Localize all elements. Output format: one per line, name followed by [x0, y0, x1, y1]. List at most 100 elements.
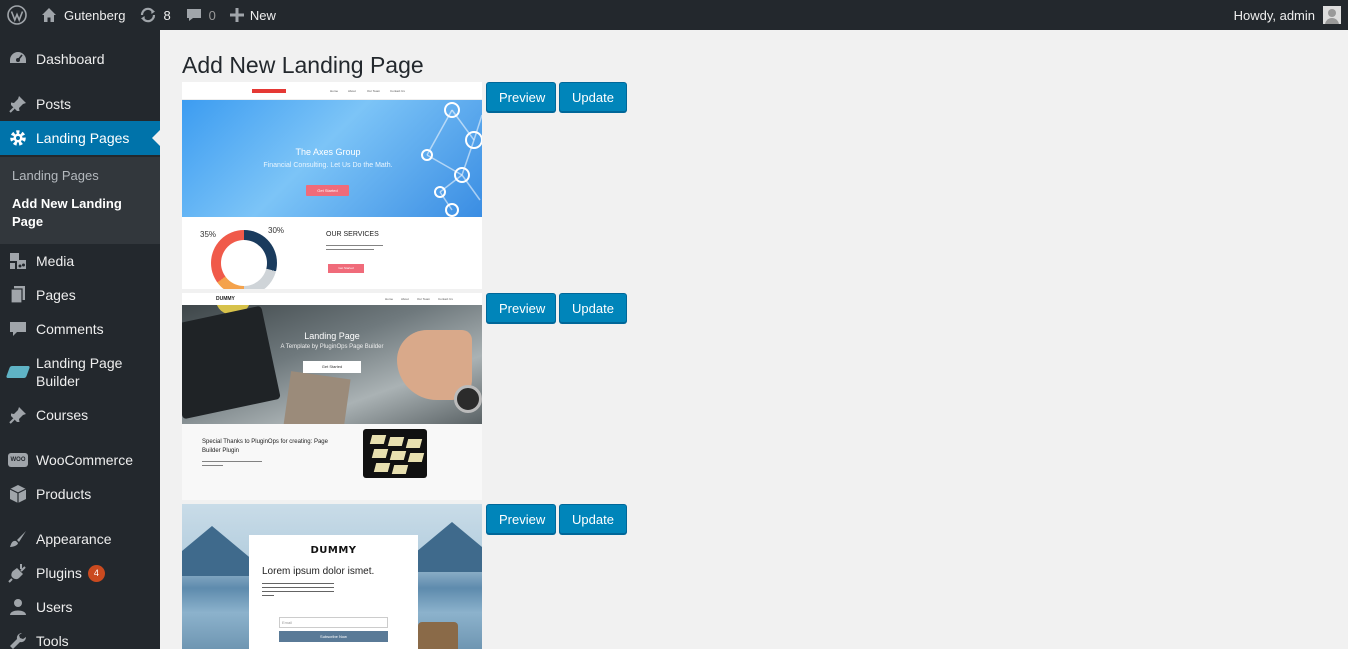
thumb-stump [418, 622, 458, 649]
sidebar-item-label: Courses [36, 407, 89, 423]
sidebar-item-landing-page-builder[interactable]: Landing Page Builder [0, 353, 160, 391]
comments-link[interactable]: 0 [178, 0, 223, 30]
site-name-link[interactable]: Gutenberg [34, 0, 132, 30]
thumb-nav-link: Our Team [367, 89, 381, 93]
thumb-services-title: OUR SERVICES [326, 231, 379, 238]
sidebar-item-landing-pages[interactable]: Landing Pages [0, 121, 160, 155]
thumb-nav-link: Our Team [417, 297, 431, 301]
sidebar-item-label: Comments [36, 321, 104, 337]
sidebar-item-label: Users [36, 599, 73, 615]
admin-bar: Gutenberg 8 0 New Howdy, admin [0, 0, 1348, 30]
wordpress-logo-icon[interactable] [0, 0, 34, 30]
sidebar-item-label: Dashboard [36, 51, 105, 67]
sidebar-item-comments[interactable]: Comments [0, 319, 160, 339]
sidebar-item-label: Media [36, 253, 75, 269]
updates-count: 8 [163, 7, 171, 23]
current-menu-arrow [152, 130, 160, 146]
thumb-navbar: DUMMY Home About Our Team Contact Us [182, 293, 482, 305]
thumb-nav-link: Home [330, 89, 339, 93]
sidebar-item-plugins[interactable]: Plugins 4 [0, 563, 160, 583]
preview-button-2[interactable]: Preview [486, 293, 556, 323]
thumb-percentage: 30% [268, 226, 285, 235]
updates-link[interactable]: 8 [132, 0, 177, 30]
woo-icon: WOO [0, 453, 36, 467]
submenu-item-add-new-landing-page[interactable]: Add New Landing Page [12, 195, 152, 231]
my-account-link[interactable]: Howdy, admin [1227, 0, 1348, 30]
thumb-hero-image [454, 385, 482, 413]
new-content-link[interactable]: New [223, 0, 283, 30]
refresh-icon [139, 6, 157, 24]
dashboard-icon [0, 49, 36, 69]
sidebar-item-products[interactable]: Products [0, 484, 160, 504]
plug-icon [0, 563, 36, 583]
preview-button-1[interactable]: Preview [486, 82, 556, 112]
template-thumbnail-1: Home About Our Team Contact Us The Axes … [182, 82, 482, 289]
user-icon [0, 597, 36, 617]
pages-icon [0, 285, 36, 305]
thumb-nav-link: Home [385, 297, 394, 301]
thumb-cta: Get Started [306, 185, 349, 196]
thumb-section: Special Thanks to PluginOps for creating… [182, 424, 482, 500]
admin-sidebar: Dashboard Posts Landing Pages Landing Pa… [0, 30, 160, 649]
media-icon [0, 251, 36, 271]
thumb-services-cta: Get Started [328, 264, 364, 273]
sidebar-item-label: Products [36, 486, 92, 502]
comment-icon [185, 6, 203, 24]
sidebar-item-label: Plugins [36, 565, 82, 581]
thumb-signup-card: DUMMY Lorem ipsum dolor ismet. ▬▬▬▬▬▬▬▬▬… [249, 535, 418, 649]
sidebar-item-label: Pages [36, 287, 76, 303]
thumb-heading: Lorem ipsum dolor ismet. [262, 566, 375, 577]
thumb-nav-link: About [401, 297, 409, 301]
preview-button-3[interactable]: Preview [486, 504, 556, 534]
home-icon [41, 7, 57, 23]
sidebar-item-users[interactable]: Users [0, 597, 160, 617]
update-button-2[interactable]: Update [559, 293, 627, 323]
network-graphic [421, 102, 482, 217]
update-button-3[interactable]: Update [559, 504, 627, 534]
update-button-1[interactable]: Update [559, 82, 627, 112]
site-name: Gutenberg [64, 7, 126, 23]
new-label: New [249, 7, 276, 23]
comment-icon [0, 319, 36, 339]
thumb-hero: Landing Page A Template by PluginOps Pag… [182, 305, 482, 424]
thumb-percentage: 35% [200, 230, 217, 239]
thumb-hero-title: Landing Page [304, 331, 360, 341]
sidebar-item-label: Landing Page Builder [36, 355, 123, 389]
wrench-icon [0, 631, 36, 649]
sidebar-item-label: Posts [36, 96, 72, 112]
sidebar-item-posts[interactable]: Posts [0, 94, 160, 114]
thumb-logo: DUMMY [216, 296, 235, 302]
template-thumbnail-2: DUMMY Home About Our Team Contact Us Lan… [182, 293, 482, 500]
submenu-item-landing-pages[interactable]: Landing Pages [12, 167, 152, 185]
gear-icon [0, 128, 36, 148]
avatar [1323, 6, 1341, 24]
sidebar-item-dashboard[interactable]: Dashboard [0, 49, 160, 69]
thumb-placeholder-text: ▬▬▬▬▬▬▬▬▬▬▬▬▬▬▬▬▬▬▬ ▬▬▬▬▬▬▬▬▬▬▬▬▬▬▬▬ [326, 243, 383, 251]
builder-icon [0, 366, 36, 378]
thumb-nav-link: Contact Us [438, 297, 453, 301]
thumb-hero: The Axes Group Financial Consulting. Let… [182, 100, 482, 217]
greeting: Howdy, admin [1233, 7, 1315, 23]
sidebar-item-woocommerce[interactable]: WOO WooCommerce [0, 450, 160, 470]
thumb-donut-chart [211, 230, 277, 289]
thumb-logo: DUMMY [310, 545, 357, 556]
thumb-navbar: Home About Our Team Contact Us [182, 82, 482, 100]
sidebar-item-pages[interactable]: Pages [0, 285, 160, 305]
thumb-hero-subtitle: Financial Consulting. Let Us Do the Math… [263, 162, 393, 169]
template-thumbnail-3: DUMMY Lorem ipsum dolor ismet. ▬▬▬▬▬▬▬▬▬… [182, 504, 482, 649]
sidebar-item-label: Tools [36, 633, 69, 649]
thumb-nav-link: Contact Us [390, 89, 405, 93]
box-icon [0, 484, 36, 504]
sidebar-item-label: Appearance [36, 531, 112, 547]
thumb-hero-title: The Axes Group [295, 147, 361, 157]
sidebar-item-courses[interactable]: Courses [0, 405, 160, 425]
sidebar-item-tools[interactable]: Tools [0, 631, 160, 649]
sidebar-item-appearance[interactable]: Appearance [0, 529, 160, 549]
pin-icon [0, 94, 36, 114]
thumb-section: 35% 30% OUR SERVICES ▬▬▬▬▬▬▬▬▬▬▬▬▬▬▬▬▬▬▬… [182, 217, 482, 289]
sidebar-item-media[interactable]: Media [0, 251, 160, 271]
thumb-nav-link: About [348, 89, 356, 93]
thumb-hero-subtitle: A Template by PluginOps Page Builder [280, 344, 384, 350]
landing-pages-submenu: Landing Pages Add New Landing Page [0, 157, 160, 244]
plugins-update-badge: 4 [87, 564, 105, 582]
